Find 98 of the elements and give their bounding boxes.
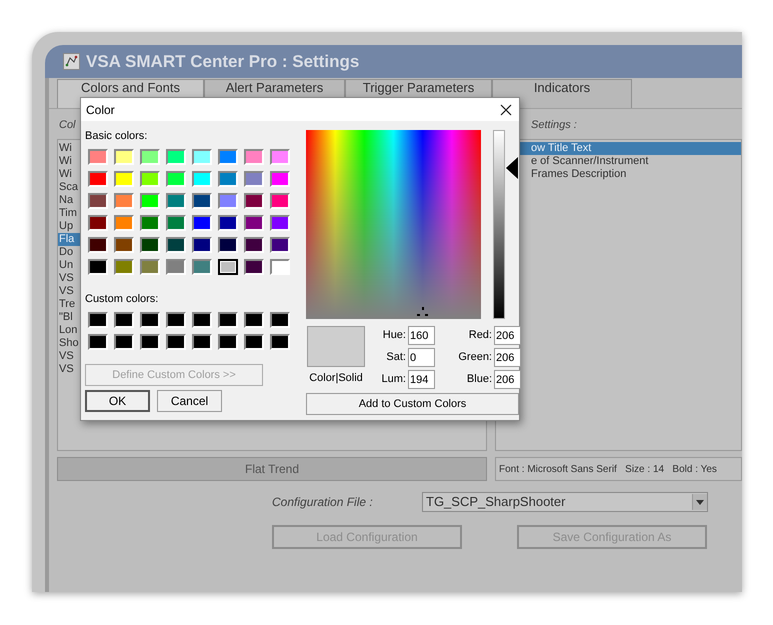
color-swatch[interactable] [244, 171, 264, 187]
color-swatch[interactable] [88, 334, 108, 350]
color-swatch[interactable] [218, 237, 238, 253]
color-swatch[interactable] [166, 193, 186, 209]
field-label: Green: [457, 350, 492, 366]
color-swatch[interactable] [166, 171, 186, 187]
color-swatch[interactable] [192, 312, 212, 328]
color-swatch[interactable] [218, 149, 238, 165]
color-swatch[interactable] [114, 193, 134, 209]
color-swatch[interactable] [244, 259, 264, 275]
number-field[interactable]: 0 [408, 348, 435, 367]
color-swatch[interactable] [244, 215, 264, 231]
color-swatch[interactable] [270, 237, 290, 253]
number-field[interactable]: 206 [494, 348, 521, 367]
color-swatch[interactable] [244, 334, 264, 350]
number-field[interactable]: 206 [494, 370, 521, 389]
color-swatch[interactable] [140, 171, 160, 187]
luminance-slider[interactable] [493, 130, 519, 319]
color-swatch[interactable] [140, 334, 160, 350]
field-label: Hue: [382, 328, 406, 344]
tab[interactable]: Indicators [492, 79, 632, 108]
color-swatch[interactable] [218, 193, 238, 209]
color-spectrum[interactable] [306, 130, 481, 319]
color-swatch[interactable] [166, 312, 186, 328]
dropdown-value: TG_SCP_SharpShooter [426, 493, 566, 512]
preview-bar: Flat Trend [57, 457, 487, 481]
ok-button[interactable]: OK [85, 390, 150, 412]
color-swatch[interactable] [244, 237, 264, 253]
color-swatch[interactable] [192, 149, 212, 165]
basic-colors-label: Basic colors: [85, 129, 148, 143]
color-swatch[interactable] [114, 215, 134, 231]
add-to-custom-colors-button[interactable]: Add to Custom Colors [306, 393, 519, 415]
config-dropdown[interactable]: TG_SCP_SharpShooter [422, 492, 708, 512]
panel-label: Settings : [530, 118, 578, 133]
color-swatch[interactable] [270, 215, 290, 231]
color-swatch[interactable] [192, 171, 212, 187]
color-swatch[interactable] [88, 193, 108, 209]
color-swatch[interactable] [218, 312, 238, 328]
cancel-button[interactable]: Cancel [157, 390, 222, 412]
color-swatch[interactable] [140, 215, 160, 231]
crosshair-icon[interactable] [417, 307, 428, 318]
color-swatch[interactable] [218, 215, 238, 231]
color-swatch[interactable] [192, 215, 212, 231]
color-swatch[interactable] [270, 193, 290, 209]
color-swatch[interactable] [244, 149, 264, 165]
color-swatch[interactable] [270, 149, 290, 165]
color-swatch[interactable] [166, 237, 186, 253]
color-swatch[interactable] [140, 149, 160, 165]
color-swatch[interactable] [270, 312, 290, 328]
color-swatch[interactable] [88, 215, 108, 231]
color-swatch[interactable] [140, 237, 160, 253]
color-swatch[interactable] [88, 312, 108, 328]
color-swatch[interactable] [166, 259, 186, 275]
color-swatch[interactable] [244, 193, 264, 209]
color-swatch[interactable] [88, 171, 108, 187]
color-swatch[interactable] [114, 334, 134, 350]
color-swatch[interactable] [114, 237, 134, 253]
color-swatch[interactable] [218, 171, 238, 187]
number-field[interactable]: 194 [408, 370, 435, 389]
color-swatch[interactable] [192, 334, 212, 350]
app-icon [63, 53, 80, 70]
color-swatch[interactable] [270, 171, 290, 187]
field-label: Sat: [385, 350, 406, 366]
color-swatch[interactable] [192, 193, 212, 209]
color-swatch[interactable] [114, 259, 134, 275]
field-label: Blue: [466, 372, 492, 388]
color-swatch[interactable] [88, 149, 108, 165]
color-swatch[interactable] [114, 149, 134, 165]
color-swatch[interactable] [114, 171, 134, 187]
color-preview [307, 326, 365, 367]
custom-colors-label: Custom colors: [85, 292, 160, 306]
color-swatch[interactable] [88, 259, 108, 275]
slider-arrow-icon[interactable] [506, 157, 518, 179]
color-swatch[interactable] [88, 237, 108, 253]
field-label: Lum: [380, 372, 406, 388]
color-swatch[interactable] [140, 312, 160, 328]
color-swatch[interactable] [114, 312, 134, 328]
color-swatch[interactable] [166, 334, 186, 350]
number-field[interactable]: 206 [494, 326, 521, 345]
close-icon[interactable] [499, 102, 513, 116]
number-field[interactable]: 160 [408, 326, 435, 345]
color-swatch[interactable] [140, 259, 160, 275]
color-swatch[interactable] [192, 237, 212, 253]
color-swatch[interactable] [270, 334, 290, 350]
color-swatch[interactable] [218, 334, 238, 350]
window-title: VSA SMART Center Pro : Settings [86, 50, 360, 73]
font-info: Font : Microsoft Sans Serif Size : 14 Bold : Yes [495, 457, 742, 481]
color-swatch[interactable] [218, 259, 238, 275]
color-swatch[interactable] [244, 312, 264, 328]
config-label: Configuration File : [272, 494, 374, 511]
color-swatch[interactable] [270, 259, 290, 275]
color-swatch[interactable] [140, 193, 160, 209]
color-swatch[interactable] [166, 215, 186, 231]
field-label: Red: [468, 328, 492, 344]
panel-label: Col [58, 118, 77, 133]
color-swatch[interactable] [192, 259, 212, 275]
preview-label: Color|Solid [309, 371, 363, 386]
color-swatch[interactable] [166, 149, 186, 165]
